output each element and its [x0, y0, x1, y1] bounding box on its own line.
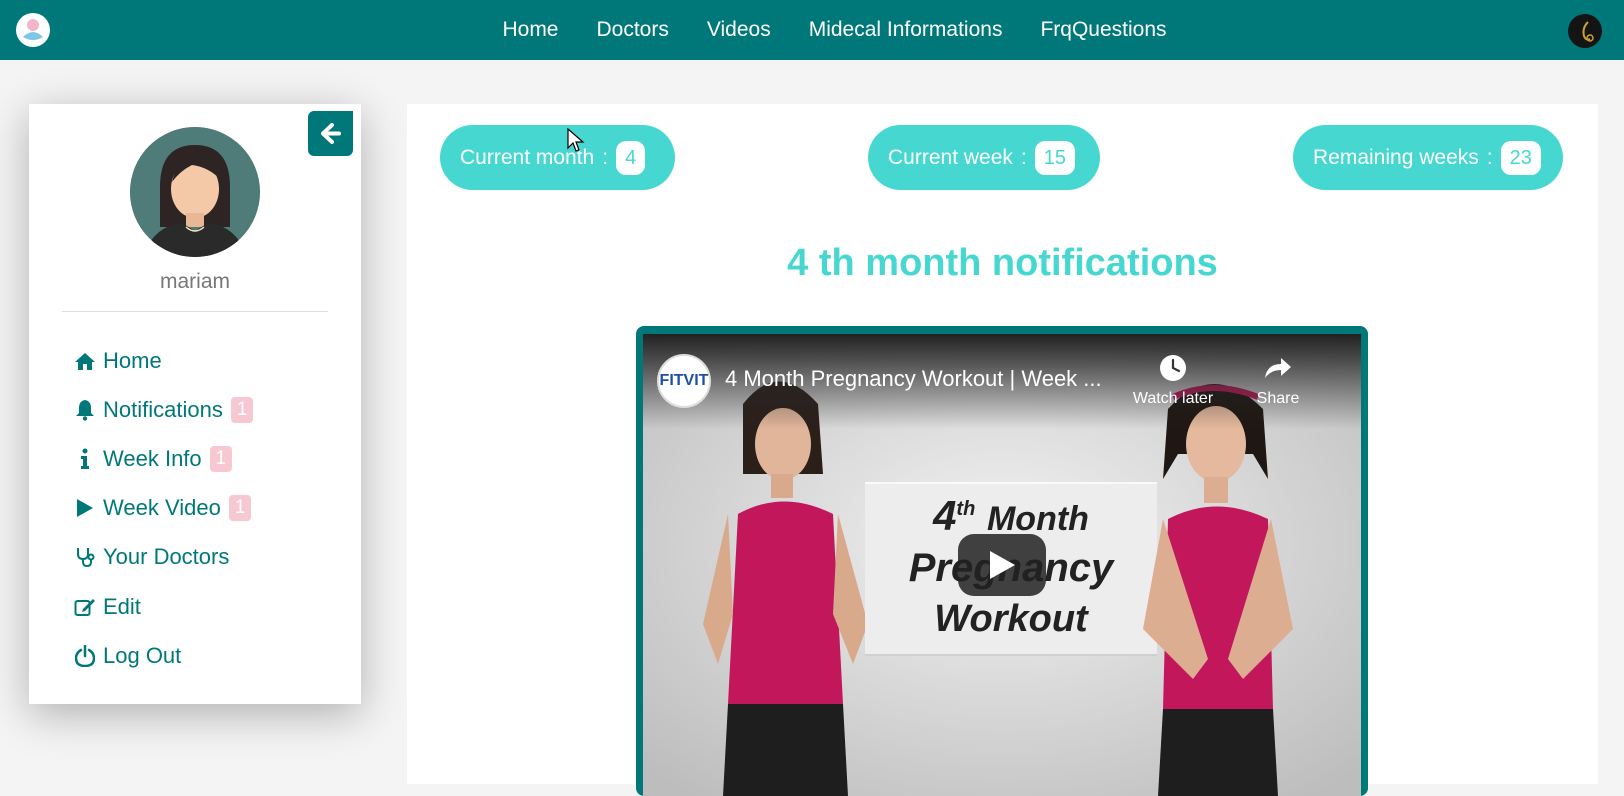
share-label: Share	[1256, 390, 1300, 407]
clock-icon	[1160, 355, 1186, 381]
thumb-sup: th	[956, 498, 976, 520]
thumb-word-month: Month	[986, 500, 1089, 538]
sidebar-item-label: Week Info	[103, 446, 202, 471]
nav-doctors[interactable]: Doctors	[597, 18, 669, 42]
profile-sidebar: mariam Home Notifications 1 Week Info 1 …	[29, 104, 361, 704]
top-navbar: Home Doctors Videos Midecal Informations…	[0, 0, 1624, 60]
sidebar-divider	[62, 311, 328, 312]
edit-icon	[73, 595, 97, 619]
play-icon	[990, 551, 1015, 579]
thumb-number: 4	[933, 492, 957, 539]
notifications-count-badge: 1	[230, 397, 254, 423]
nav-videos[interactable]: Videos	[707, 18, 771, 42]
stethoscope-icon	[73, 545, 97, 569]
arrow-left-icon	[321, 123, 341, 144]
current-week-label: Current week	[888, 145, 1013, 169]
watch-later-button[interactable]: Watch later	[1123, 354, 1223, 408]
main-nav: Home Doctors Videos Midecal Informations…	[0, 0, 1624, 60]
sidebar-item-your-doctors[interactable]: Your Doctors	[73, 540, 229, 574]
sidebar-item-label: Edit	[103, 594, 141, 619]
share-button[interactable]: Share	[1228, 354, 1328, 408]
user-menu-avatar[interactable]	[1568, 14, 1602, 48]
notifications-title: 4 th month notifications	[787, 242, 1218, 284]
nav-medical-informations[interactable]: Midecal Informations	[809, 18, 1003, 42]
sidebar-item-label: Log Out	[103, 643, 182, 668]
play-icon	[73, 496, 97, 520]
week-info-count-badge: 1	[209, 446, 233, 472]
profile-username: mariam	[159, 270, 230, 293]
power-icon	[73, 644, 97, 668]
channel-logo[interactable]: FITVIT	[657, 354, 711, 408]
sidebar-item-log-out[interactable]: Log Out	[73, 639, 181, 673]
remaining-weeks-label: Remaining weeks	[1313, 145, 1479, 169]
remaining-weeks-separator: :	[1486, 145, 1493, 169]
main-content: Current month : 4 Current week : 15 Rema…	[407, 104, 1598, 796]
nav-home[interactable]: Home	[502, 18, 558, 42]
sidebar-item-edit[interactable]: Edit	[73, 590, 141, 624]
current-month-value: 4	[616, 140, 646, 175]
mouse-cursor-icon	[567, 128, 585, 152]
channel-name: FITVIT	[659, 372, 709, 389]
profile-avatar	[130, 127, 260, 257]
watch-later-label: Watch later	[1132, 390, 1214, 407]
video-title[interactable]: 4 Month Pregnancy Workout | Week ...	[725, 366, 1102, 392]
sidebar-item-notifications[interactable]: Notifications 1	[73, 393, 254, 427]
sidebar-item-label: Home	[103, 348, 162, 373]
current-month-separator: :	[602, 145, 609, 169]
bell-icon	[73, 398, 97, 422]
sidebar-item-week-video[interactable]: Week Video 1	[73, 491, 252, 525]
info-icon	[73, 447, 97, 471]
current-week-value: 15	[1034, 140, 1075, 175]
share-icon	[1265, 358, 1291, 378]
sidebar-item-label: Notifications	[103, 397, 223, 422]
sidebar-item-home[interactable]: Home	[73, 344, 162, 378]
sidebar-item-label: Your Doctors	[103, 544, 230, 569]
sidebar-item-label: Week Video	[103, 495, 221, 520]
remaining-weeks-value: 23	[1500, 140, 1541, 175]
remaining-weeks-pill: Remaining weeks : 23	[1293, 125, 1563, 190]
video-player[interactable]: 4th Month Pregnancy Workout FITVIT	[643, 334, 1361, 796]
current-week-pill: Current week : 15	[868, 125, 1100, 190]
sidebar-item-week-info[interactable]: Week Info 1	[73, 442, 233, 476]
collapse-sidebar-button[interactable]	[308, 111, 353, 156]
current-week-separator: :	[1020, 145, 1027, 169]
current-month-pill: Current month : 4	[440, 125, 675, 190]
video-embed-frame: 4th Month Pregnancy Workout FITVIT	[636, 326, 1368, 796]
play-video-button[interactable]	[958, 534, 1046, 596]
week-video-count-badge: 1	[228, 495, 252, 521]
nav-frq-questions[interactable]: FrqQuestions	[1040, 18, 1166, 42]
home-icon	[73, 349, 97, 373]
